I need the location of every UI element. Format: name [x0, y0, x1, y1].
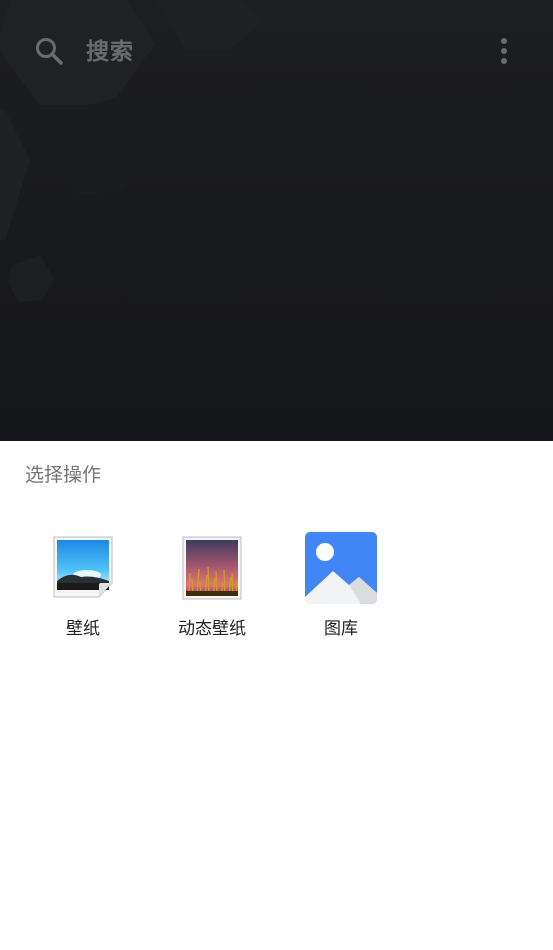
home-wallpaper: 搜索 — [0, 0, 553, 441]
sheet-title: 选择操作 — [25, 464, 102, 486]
app-label-live-wallpaper: 动态壁纸 — [178, 619, 246, 639]
search-label[interactable]: 搜索 — [86, 36, 134, 68]
app-option-wallpaper[interactable]: 壁纸 — [28, 531, 138, 651]
app-option-live-wallpaper[interactable]: 动态壁纸 — [157, 531, 267, 651]
search-bar[interactable]: 搜索 — [0, 22, 553, 82]
wallpaper-app-icon — [53, 536, 113, 598]
app-label-wallpaper: 壁纸 — [66, 619, 100, 639]
app-label-gallery: 图库 — [324, 619, 358, 639]
chooser-bottom-sheet: 选择操作 壁纸 动态壁纸 图库 — [0, 441, 553, 950]
gallery-app-icon — [305, 532, 377, 604]
more-vert-icon[interactable] — [494, 36, 514, 68]
live-wallpaper-app-icon — [182, 536, 242, 600]
app-option-gallery[interactable]: 图库 — [286, 531, 396, 651]
search-icon[interactable] — [34, 36, 64, 66]
